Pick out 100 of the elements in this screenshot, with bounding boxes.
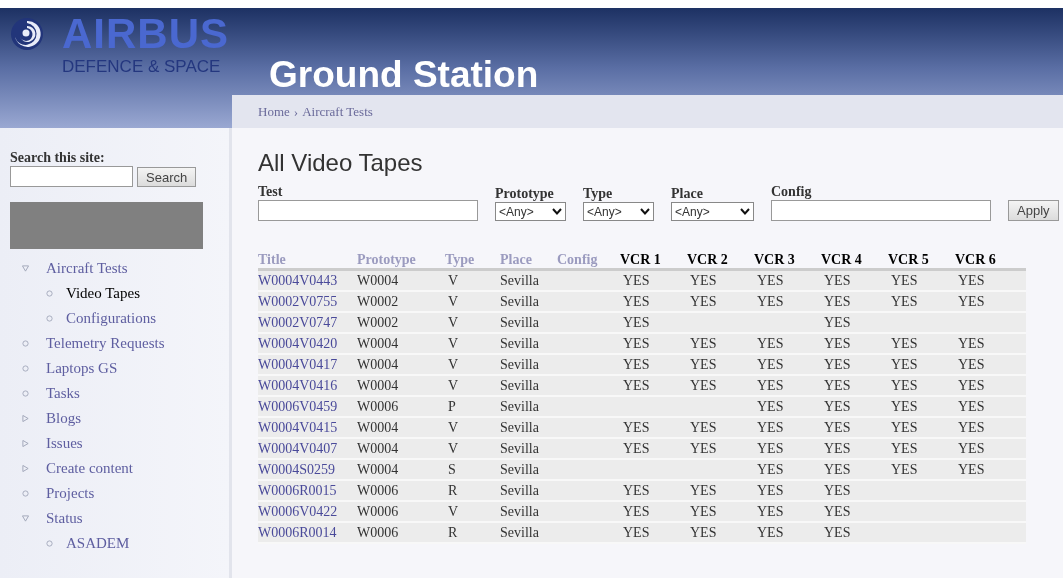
column-header: VCR 2 (687, 252, 728, 267)
table-cell: W0002 (357, 294, 399, 309)
sidebar-link[interactable]: ASADEM (66, 532, 130, 555)
search-field[interactable] (10, 166, 133, 187)
search-button[interactable]: Search (137, 166, 197, 187)
table-cell: YES (690, 504, 717, 519)
table-cell: YES (623, 420, 650, 435)
sidebar-link[interactable]: Laptops GS (46, 357, 118, 380)
tape-link[interactable]: W0004V0443 (258, 273, 338, 288)
apply-button[interactable]: Apply (1008, 200, 1059, 221)
table-cell: R (448, 483, 458, 498)
site-title: Ground Station (269, 56, 539, 93)
table-cell: YES (824, 420, 851, 435)
table-cell: W0004 (357, 336, 399, 351)
tape-link[interactable]: W0004V0420 (258, 336, 338, 351)
table-cell: YES (824, 504, 851, 519)
table-cell: V (448, 336, 459, 351)
sidebar-link[interactable]: Blogs (46, 407, 81, 430)
table-cell: YES (824, 483, 851, 498)
tape-link[interactable]: W0006V0422 (258, 504, 338, 519)
tape-link[interactable]: W0006V0459 (258, 399, 338, 414)
table-cell: YES (958, 336, 985, 351)
table-cell: YES (824, 525, 851, 540)
table-cell: YES (891, 336, 918, 351)
table-cell: YES (623, 504, 650, 519)
table-cell: YES (623, 441, 650, 456)
table-cell: V (448, 294, 459, 309)
breadcrumb-link[interactable]: Home (258, 101, 290, 122)
table-cell: YES (757, 357, 784, 372)
filter-label: Test (258, 183, 284, 200)
table-cell: Sevilla (500, 504, 539, 519)
table-cell: YES (757, 441, 784, 456)
filter-dropdown[interactable]: <Any> (495, 202, 566, 221)
sidebar-link[interactable]: Configurations (66, 307, 156, 330)
table-cell: YES (690, 483, 717, 498)
table-cell: YES (824, 336, 851, 351)
filter-label: Prototype (495, 185, 555, 202)
chevron-down-icon (640, 208, 650, 215)
tape-link[interactable]: W0002V0755 (258, 294, 338, 309)
table-cell: W0004 (357, 441, 399, 456)
tape-link[interactable]: W0004V0415 (258, 420, 338, 435)
sidebar-link[interactable]: Create content (46, 457, 134, 480)
table-cell: Sevilla (500, 315, 539, 330)
circle-bullet-icon (46, 540, 53, 547)
tape-link[interactable]: W0004S0259 (258, 462, 335, 477)
tape-link[interactable]: W0004V0416 (258, 378, 338, 393)
table-cell: YES (824, 399, 851, 414)
column-header: VCR 5 (888, 252, 929, 267)
table-cell: YES (757, 378, 784, 393)
breadcrumb-link[interactable]: Aircraft Tests (302, 101, 373, 122)
table-cell: Sevilla (500, 294, 539, 309)
table-cell: YES (958, 357, 985, 372)
tape-link[interactable]: W0004V0407 (258, 441, 338, 456)
table-cell: YES (958, 399, 985, 414)
sidebar-link[interactable]: Telemetry Requests (46, 332, 165, 355)
sidebar-link[interactable]: Status (46, 507, 83, 530)
sidebar-link[interactable]: Video Tapes (66, 282, 140, 305)
table-cell: YES (958, 441, 985, 456)
table-cell: YES (757, 273, 784, 288)
table-cell: YES (623, 315, 650, 330)
table-cell: Sevilla (500, 378, 539, 393)
table-cell: YES (690, 336, 717, 351)
table-cell: V (448, 315, 459, 330)
filter-field[interactable] (771, 200, 991, 221)
filter-field[interactable] (258, 200, 478, 221)
column-header: VCR 6 (955, 252, 996, 267)
table-cell: YES (824, 441, 851, 456)
table-cell: YES (757, 420, 784, 435)
chevron-down-icon (552, 208, 562, 215)
sidebar-link[interactable]: Tasks (46, 382, 80, 405)
table-cell: V (448, 441, 459, 456)
table-cell: YES (757, 294, 784, 309)
logo-tagline: DEFENCE & SPACE (62, 58, 222, 75)
filter-label: Type (583, 185, 614, 202)
table-cell: YES (690, 378, 717, 393)
table-cell: YES (824, 462, 851, 477)
table-cell: W0006 (357, 399, 399, 414)
sidebar-link[interactable]: Projects (46, 482, 95, 505)
table-cell: W0006 (357, 504, 399, 519)
filter-dropdown[interactable]: <Any> (583, 202, 654, 221)
table-cell: YES (623, 273, 650, 288)
table-cell: YES (757, 483, 784, 498)
sidebar-link[interactable]: Issues (46, 432, 83, 455)
table-cell: YES (757, 399, 784, 414)
swirl-logo-icon (10, 17, 44, 51)
tape-link[interactable]: W0004V0417 (258, 357, 338, 372)
filter-dropdown[interactable]: <Any> (671, 202, 754, 221)
tape-link[interactable]: W0002V0747 (258, 315, 338, 330)
table-cell: YES (824, 294, 851, 309)
table-cell: YES (690, 525, 717, 540)
filter-label: Place (671, 185, 704, 202)
table-cell: YES (623, 357, 650, 372)
table-cell: W0004 (357, 273, 399, 288)
tape-link[interactable]: W0006R0015 (258, 483, 337, 498)
table-cell: R (448, 525, 458, 540)
table-cell: W0004 (357, 462, 399, 477)
table-cell: Sevilla (500, 399, 539, 414)
tape-link[interactable]: W0006R0014 (258, 525, 337, 540)
table-cell: YES (690, 420, 717, 435)
sidebar-link[interactable]: Aircraft Tests (46, 257, 128, 280)
